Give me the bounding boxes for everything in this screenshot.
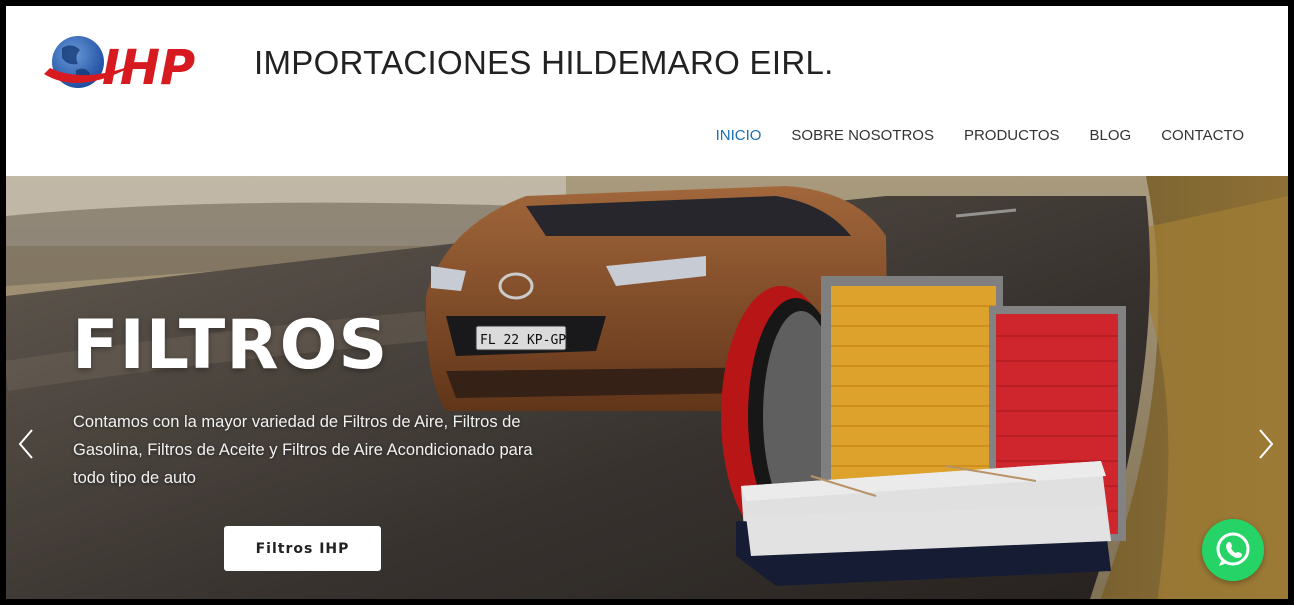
company-name: IMPORTACIONES HILDEMARO EIRL. — [254, 44, 834, 81]
hero-description: Contamos con la mayor variedad de Filtro… — [73, 413, 533, 487]
logo-text: IHP — [102, 40, 195, 96]
hero-title: FILTROS — [72, 306, 389, 385]
nav-item-contacto[interactable]: CONTACTO — [1161, 127, 1244, 144]
hero-background-image: FL 22 KP-GP — [6, 176, 1288, 599]
ihp-logo[interactable]: IHP — [40, 28, 240, 98]
nav-item-sobre-nosotros[interactable]: SOBRE NOSOTROS — [791, 127, 934, 144]
hero-slider: FL 22 KP-GP FILTROS Contamos con la mayo… — [6, 176, 1288, 599]
site-header: IHP IMPORTACIONES HILDEMARO EIRL. INICIO… — [6, 6, 1288, 177]
chevron-right-icon[interactable] — [1250, 424, 1280, 464]
whatsapp-icon[interactable] — [1202, 519, 1264, 581]
nav-item-blog[interactable]: BLOG — [1090, 127, 1132, 144]
nav-item-inicio[interactable]: INICIO — [716, 127, 762, 144]
chevron-left-icon[interactable] — [12, 424, 42, 464]
page: IHP IMPORTACIONES HILDEMARO EIRL. INICIO… — [0, 0, 1294, 605]
nav-item-productos[interactable]: PRODUCTOS — [964, 127, 1060, 144]
main-nav: INICIO SOBRE NOSOTROS PRODUCTOS BLOG CON… — [716, 127, 1244, 144]
filtros-ihp-button[interactable]: Filtros IHP — [224, 526, 381, 571]
